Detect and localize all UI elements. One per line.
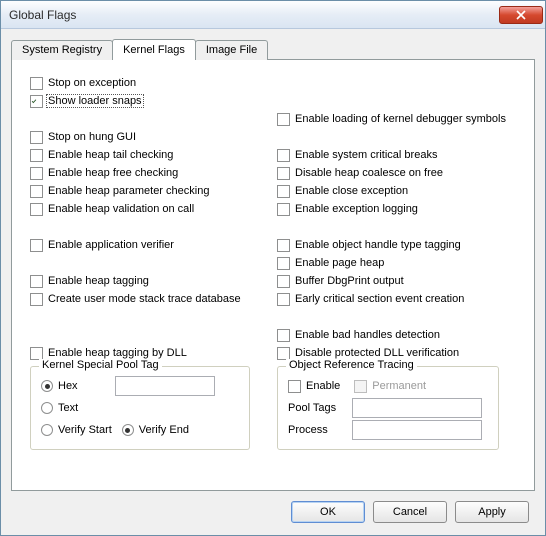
window-title: Global Flags [9, 8, 499, 22]
left-column: Stop on exception Show loader snaps Stop… [30, 74, 277, 450]
label-enable-loading-kernel-dbg-symbols: Enable loading of kernel debugger symbol… [295, 113, 506, 125]
legend-kernel-special-pool-tag: Kernel Special Pool Tag [39, 359, 162, 371]
radio-verify-start[interactable] [41, 424, 53, 436]
label-disable-heap-coalesce-on-free: Disable heap coalesce on free [295, 167, 443, 179]
checkbox-show-loader-snaps[interactable] [30, 95, 43, 108]
checkbox-enable-heap-free-checking[interactable] [30, 167, 43, 180]
tab-panel-kernel-flags: Stop on exception Show loader snaps Stop… [11, 59, 535, 491]
tab-system-registry[interactable]: System Registry [11, 40, 113, 60]
checkbox-disable-heap-coalesce-on-free[interactable] [277, 167, 290, 180]
close-icon [516, 10, 526, 20]
apply-button[interactable]: Apply [455, 501, 529, 523]
label-buffer-dbgprint-output: Buffer DbgPrint output [295, 275, 404, 287]
input-pool-tags[interactable] [352, 398, 482, 418]
dialog-window: Global Flags System Registry Kernel Flag… [0, 0, 546, 536]
label-verify-start: Verify Start [58, 424, 112, 436]
checkbox-enable-page-heap[interactable] [277, 257, 290, 270]
checkbox-ort-enable[interactable] [288, 380, 301, 393]
label-text: Text [58, 402, 78, 414]
close-button[interactable] [499, 6, 543, 24]
label-pool-tags: Pool Tags [288, 402, 346, 414]
right-column: Enable loading of kernel debugger symbol… [277, 74, 524, 450]
button-row: OK Cancel Apply [11, 491, 535, 527]
tab-kernel-flags[interactable]: Kernel Flags [112, 39, 196, 60]
cancel-button[interactable]: Cancel [373, 501, 447, 523]
checkbox-stop-on-hung-gui[interactable] [30, 131, 43, 144]
checkbox-stop-on-exception[interactable] [30, 77, 43, 90]
checkbox-enable-bad-handles-detection[interactable] [277, 329, 290, 342]
checkbox-enable-heap-parameter-checking[interactable] [30, 185, 43, 198]
label-ort-permanent: Permanent [372, 380, 426, 392]
checkbox-enable-heap-validation-on-call[interactable] [30, 203, 43, 216]
label-enable-heap-tail-checking: Enable heap tail checking [48, 149, 173, 161]
checkbox-enable-exception-logging[interactable] [277, 203, 290, 216]
label-ort-enable: Enable [306, 380, 340, 392]
label-enable-heap-tagging-by-dll: Enable heap tagging by DLL [48, 347, 187, 359]
tab-image-file[interactable]: Image File [195, 40, 268, 60]
radio-verify-end[interactable] [122, 424, 134, 436]
legend-object-reference-tracing: Object Reference Tracing [286, 359, 417, 371]
checkbox-enable-object-handle-type-tagging[interactable] [277, 239, 290, 252]
checkbox-enable-application-verifier[interactable] [30, 239, 43, 252]
label-enable-heap-tagging: Enable heap tagging [48, 275, 149, 287]
checkbox-enable-loading-kernel-dbg-symbols[interactable] [277, 113, 290, 126]
label-enable-system-critical-breaks: Enable system critical breaks [295, 149, 437, 161]
input-pool-tag[interactable] [115, 376, 215, 396]
radio-text[interactable] [41, 402, 53, 414]
label-stop-on-hung-gui: Stop on hung GUI [48, 131, 136, 143]
checkbox-enable-heap-tagging-by-dll[interactable] [30, 347, 43, 360]
label-stop-on-exception: Stop on exception [48, 77, 136, 89]
label-show-loader-snaps: Show loader snaps [46, 94, 144, 108]
label-enable-application-verifier: Enable application verifier [48, 239, 174, 251]
group-kernel-special-pool-tag: Kernel Special Pool Tag Hex Text [30, 366, 250, 450]
label-enable-close-exception: Enable close exception [295, 185, 408, 197]
titlebar: Global Flags [1, 1, 545, 29]
label-create-user-mode-stack-trace: Create user mode stack trace database [48, 293, 241, 305]
ok-button[interactable]: OK [291, 501, 365, 523]
label-process: Process [288, 424, 346, 436]
checkbox-ort-permanent [354, 380, 367, 393]
input-process[interactable] [352, 420, 482, 440]
checkbox-enable-close-exception[interactable] [277, 185, 290, 198]
radio-hex[interactable] [41, 380, 53, 392]
checkbox-enable-system-critical-breaks[interactable] [277, 149, 290, 162]
checkbox-early-critical-section-event[interactable] [277, 293, 290, 306]
label-early-critical-section-event: Early critical section event creation [295, 293, 464, 305]
label-hex: Hex [58, 380, 78, 392]
checkbox-enable-heap-tail-checking[interactable] [30, 149, 43, 162]
checkbox-enable-heap-tagging[interactable] [30, 275, 43, 288]
label-enable-heap-parameter-checking: Enable heap parameter checking [48, 185, 209, 197]
label-enable-bad-handles-detection: Enable bad handles detection [295, 329, 440, 341]
label-enable-heap-validation-on-call: Enable heap validation on call [48, 203, 194, 215]
label-enable-page-heap: Enable page heap [295, 257, 384, 269]
label-enable-exception-logging: Enable exception logging [295, 203, 418, 215]
label-enable-heap-free-checking: Enable heap free checking [48, 167, 178, 179]
checkbox-buffer-dbgprint-output[interactable] [277, 275, 290, 288]
group-object-reference-tracing: Object Reference Tracing Enable Permanen… [277, 366, 499, 450]
tabstrip: System Registry Kernel Flags Image File [11, 40, 535, 60]
checkbox-disable-protected-dll-verification[interactable] [277, 347, 290, 360]
label-enable-object-handle-type-tagging: Enable object handle type tagging [295, 239, 461, 251]
checkbox-create-user-mode-stack-trace[interactable] [30, 293, 43, 306]
client-area: System Registry Kernel Flags Image File … [1, 29, 545, 535]
label-verify-end: Verify End [139, 424, 189, 436]
label-disable-protected-dll-verification: Disable protected DLL verification [295, 347, 459, 359]
